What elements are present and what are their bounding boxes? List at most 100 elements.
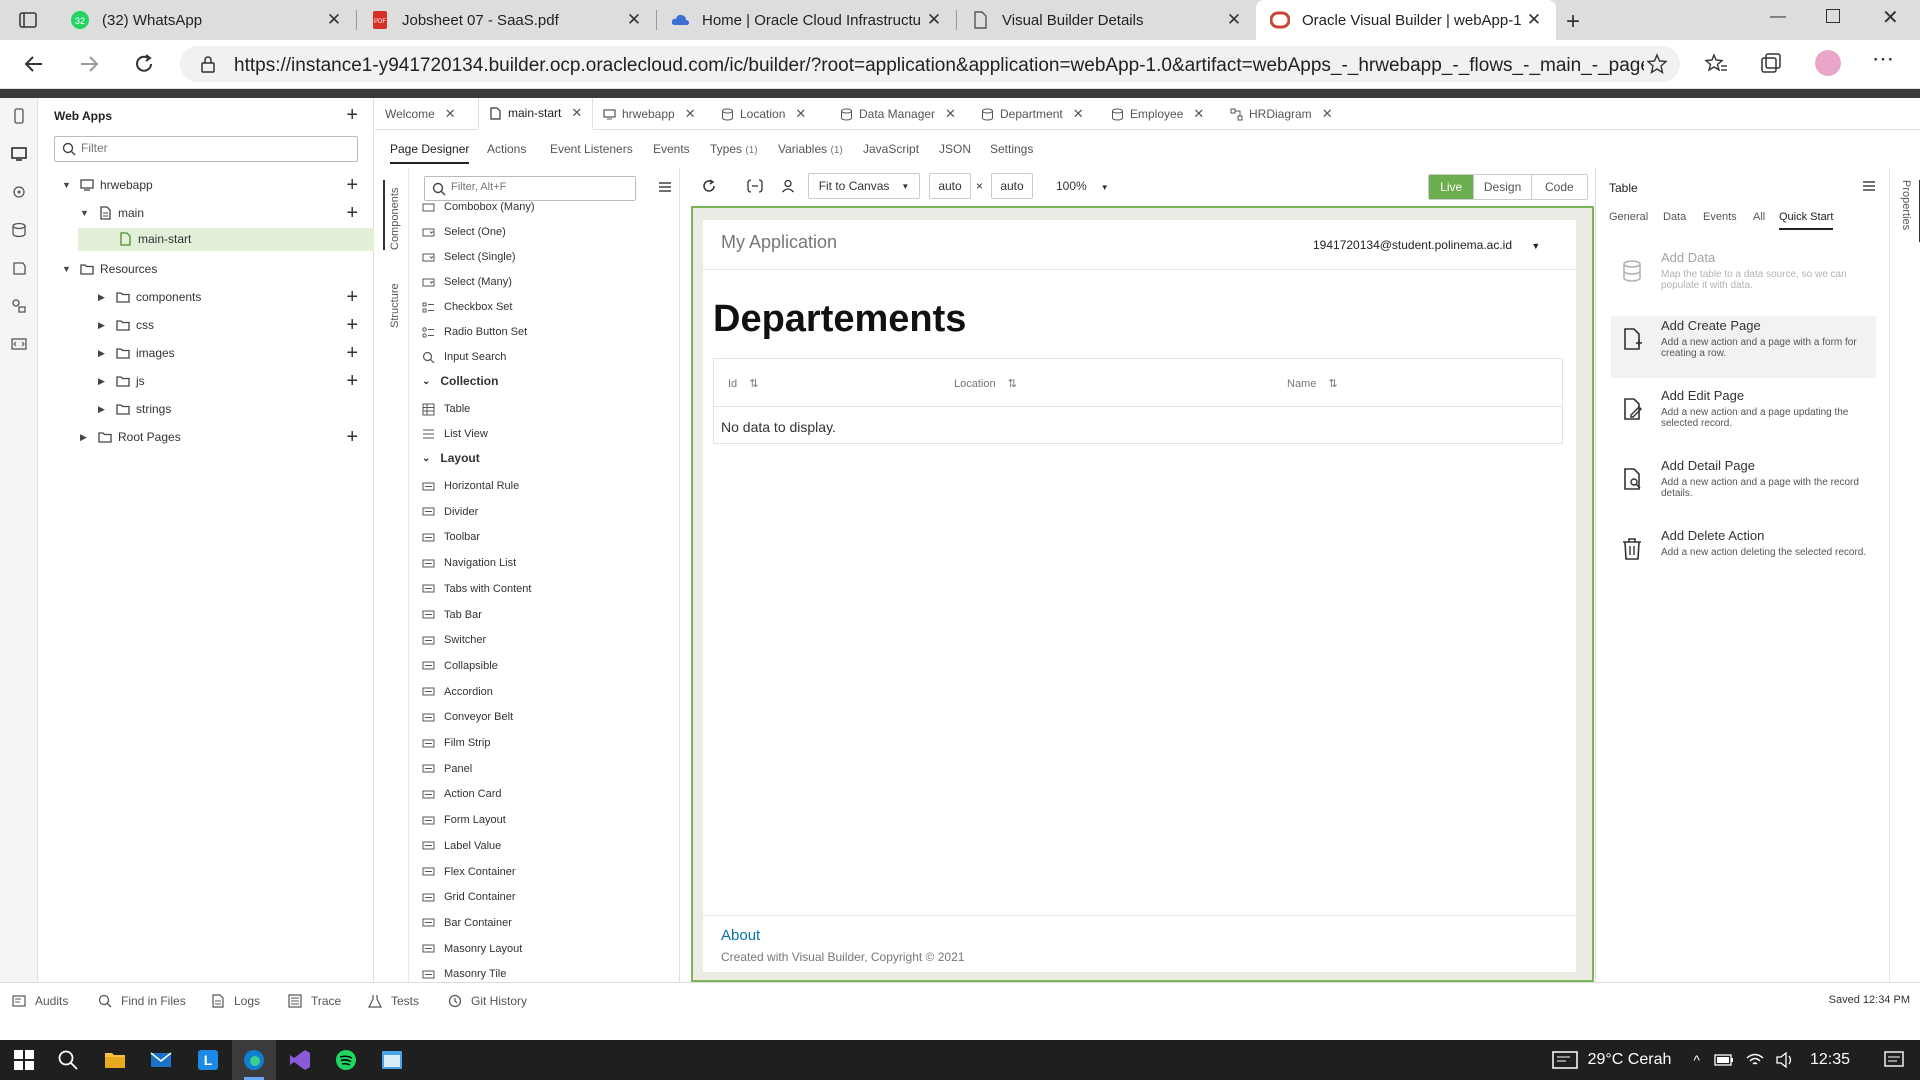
close-icon[interactable]: ✕ [924, 10, 944, 30]
sort-icon[interactable]: ⇅ [1008, 378, 1017, 390]
new-tab-icon[interactable]: + [1566, 8, 1580, 36]
close-icon[interactable]: ✕ [685, 106, 696, 122]
window-close-icon[interactable]: ✕ [1882, 5, 1899, 30]
palette-item-layout[interactable]: Navigation List [422, 554, 516, 572]
palette-item-select-one[interactable]: Select (One) [422, 223, 506, 241]
palette-item-select-single[interactable]: Select (Single) [422, 248, 516, 266]
tree-item-root-pages[interactable]: ▶ Root Pages [80, 427, 181, 447]
audits-button[interactable]: Audits [12, 994, 68, 1008]
edge-browser-icon[interactable] [242, 1048, 266, 1072]
maximize-icon[interactable] [1826, 9, 1840, 23]
battery-icon[interactable] [1714, 1054, 1734, 1066]
git-history-button[interactable]: Git History [448, 994, 527, 1008]
weather-icon[interactable] [1551, 1050, 1578, 1070]
live-mode-button[interactable]: Live [1429, 175, 1474, 199]
editor-tab-hrdiagram[interactable]: HRDiagram ✕ [1220, 98, 1343, 130]
tab-variables[interactable]: Variables (1) [778, 142, 843, 156]
add-resource-button[interactable]: + [346, 343, 358, 363]
chevron-down-icon[interactable]: ▼ [62, 180, 74, 190]
tree-item-hrwebapp[interactable]: ▼ hrwebapp [62, 175, 153, 195]
chevron-right-icon[interactable]: ▶ [98, 376, 110, 387]
variables-icon[interactable] [747, 179, 763, 193]
palette-filter-input[interactable] [451, 181, 627, 193]
tree-item-folder[interactable]: ▶ js [98, 371, 145, 391]
tab-components[interactable]: Components [389, 188, 401, 250]
lock-icon[interactable] [200, 55, 216, 73]
tree-item-folder[interactable]: ▶ strings [98, 399, 171, 419]
editor-tab-hrwebapp[interactable]: hrwebapp ✕ [593, 98, 706, 130]
close-icon[interactable]: ✕ [624, 10, 644, 30]
search-icon[interactable] [56, 1048, 80, 1072]
add-web-app-button[interactable]: + [346, 105, 358, 125]
browser-tab-oci[interactable]: Home | Oracle Cloud Infrastructu ✕ [656, 0, 957, 40]
tab-structure[interactable]: Structure [389, 283, 401, 328]
logs-button[interactable]: Logs [211, 994, 260, 1008]
add-resource-button[interactable]: + [346, 287, 358, 307]
favorites-icon[interactable] [1704, 52, 1728, 76]
processes-icon[interactable] [11, 298, 27, 314]
mobile-apps-icon[interactable] [11, 108, 27, 124]
navigator-filter-input[interactable] [81, 141, 341, 155]
palette-item-input-search[interactable]: Input Search [422, 348, 506, 366]
tab-javascript[interactable]: JavaScript [863, 142, 919, 156]
back-icon[interactable] [22, 52, 46, 76]
browser-tab-pdf[interactable]: PDF Jobsheet 07 - SaaS.pdf ✕ [356, 0, 657, 40]
collections-icon[interactable] [1759, 52, 1783, 76]
list-view-toggle-icon[interactable] [658, 180, 672, 194]
palette-section-layout[interactable]: ⌄ Layout [422, 451, 480, 465]
visual-studio-icon[interactable] [288, 1048, 312, 1072]
palette-item-layout[interactable]: Panel [422, 760, 472, 778]
palette-item-radio-button-set[interactable]: Radio Button Set [422, 323, 527, 341]
close-icon[interactable]: ✕ [1073, 106, 1084, 122]
palette-item-layout[interactable]: Form Layout [422, 811, 506, 829]
palette-item-select-many[interactable]: Select (Many) [422, 273, 512, 291]
tab-events[interactable]: Events [653, 142, 690, 156]
minimize-icon[interactable]: — [1770, 8, 1786, 26]
chevron-right-icon[interactable]: ▶ [80, 432, 92, 443]
prop-tab-general[interactable]: General [1609, 211, 1648, 223]
browser-tab-vb-active[interactable]: Oracle Visual Builder | webApp-1 ✕ [1256, 0, 1556, 40]
close-icon[interactable]: ✕ [1224, 10, 1244, 30]
tree-item-resources[interactable]: ▼ Resources [62, 259, 157, 279]
quick-start-add-delete-action[interactable]: Add Delete Action Add a new action deleti… [1611, 526, 1876, 588]
components-icon[interactable] [11, 260, 27, 276]
canvas-width-input[interactable]: auto [929, 173, 971, 199]
properties-menu-icon[interactable] [1862, 180, 1876, 192]
palette-section-collection[interactable]: ⌄ Collection [422, 374, 498, 388]
sort-icon[interactable]: ⇅ [749, 378, 758, 390]
browser-tab-vb-details[interactable]: Visual Builder Details ✕ [956, 0, 1256, 40]
tab-actions-icon[interactable] [18, 10, 38, 30]
volume-icon[interactable] [1776, 1052, 1794, 1068]
add-favorite-icon[interactable] [1646, 53, 1668, 75]
palette-item-layout[interactable]: Bar Container [422, 914, 512, 932]
wifi-icon[interactable] [1746, 1052, 1764, 1068]
sort-icon[interactable]: ⇅ [1328, 378, 1337, 390]
tab-event-listeners[interactable]: Event Listeners [550, 142, 633, 156]
tree-item-folder[interactable]: ▶ images [98, 343, 175, 363]
more-icon[interactable]: ⋯ [1872, 46, 1894, 72]
palette-item-combobox-many[interactable]: Combobox (Many) [422, 198, 534, 216]
tests-button[interactable]: Tests [368, 994, 419, 1008]
fit-to-canvas-dropdown[interactable]: Fit to Canvas ▼ [808, 173, 920, 199]
palette-item-layout[interactable]: Toolbar [422, 528, 480, 546]
profile-avatar[interactable] [1815, 50, 1841, 76]
palette-item-layout[interactable]: Flex Container [422, 863, 516, 881]
tree-item-main-start[interactable]: main-start [118, 229, 191, 249]
user-icon[interactable] [781, 179, 795, 193]
departments-table[interactable]: Id ⇅ Location ⇅ Name ⇅ No data to display. [713, 358, 1563, 444]
forward-icon[interactable] [77, 52, 101, 76]
trace-button[interactable]: Trace [288, 994, 341, 1008]
tab-json[interactable]: JSON [939, 142, 971, 156]
close-icon[interactable]: ✕ [795, 106, 806, 122]
chevron-down-icon[interactable]: ▼ [80, 208, 92, 218]
quick-start-add-create-page[interactable]: Add Create Page Add a new action and a pa… [1611, 316, 1876, 378]
add-root-page-button[interactable]: + [346, 427, 358, 447]
navigator-filter[interactable] [54, 136, 358, 162]
chevron-right-icon[interactable]: ▶ [98, 348, 110, 359]
add-flow-button[interactable]: + [346, 175, 358, 195]
add-page-button[interactable]: + [346, 203, 358, 223]
about-link[interactable]: About [721, 927, 760, 944]
palette-item-layout[interactable]: Horizontal Rule [422, 477, 519, 495]
chevron-right-icon[interactable]: ▶ [98, 320, 110, 331]
close-icon[interactable]: ✕ [324, 10, 344, 30]
